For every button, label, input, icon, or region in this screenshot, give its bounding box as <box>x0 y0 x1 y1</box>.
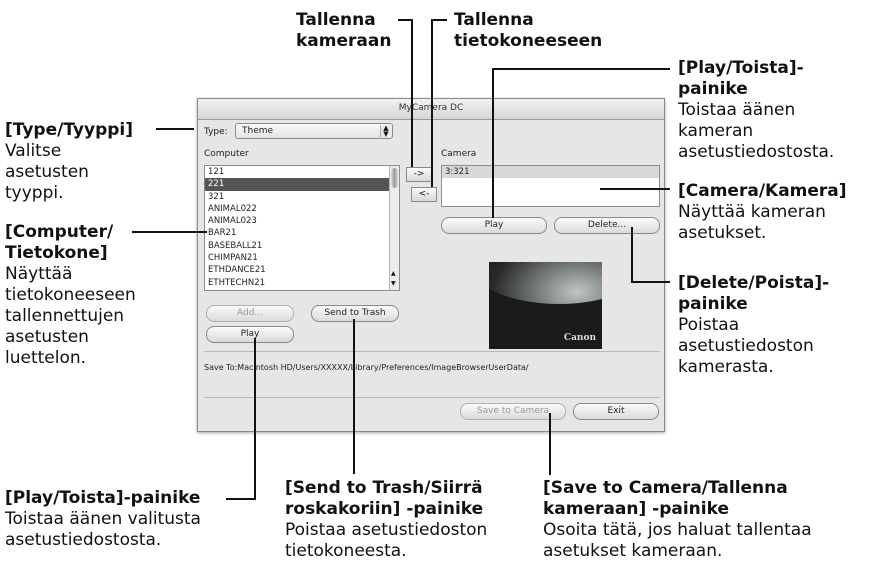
callout-desc: Poistaa asetustiedoston tietokoneesta. <box>285 520 488 561</box>
computer-list[interactable]: 121 221 321 ANIMAL022 ANIMAL023 BAR21 BASEBALL… <box>204 165 400 291</box>
computer-list-header: Computer <box>204 149 249 159</box>
type-select-value: Theme <box>242 126 274 136</box>
leader-line <box>492 68 494 218</box>
divider <box>204 351 660 352</box>
computer-list-item[interactable]: BASEBALL21 <box>205 240 399 252</box>
callout-computer: [Computer/ Tietokone] Näyttää tietokonee… <box>5 222 180 369</box>
save-path: Save To:Macintosh HD/Users/XXXXX/Library… <box>204 363 529 372</box>
callout-title: [Send to Trash/Siirrä roskakoriin] -pain… <box>285 478 484 519</box>
callout-send-to-trash: [Send to Trash/Siirrä roskakoriin] -pain… <box>285 478 515 562</box>
scroll-up-icon[interactable]: ▲ <box>391 270 396 277</box>
camera-delete-button[interactable]: Delete... <box>554 217 660 234</box>
canon-logo: Canon <box>563 333 596 343</box>
divider <box>204 397 660 398</box>
callout-save-to-camera-arrow: Tallenna kameraan <box>296 10 416 52</box>
copy-to-computer-button[interactable]: <- <box>411 187 437 202</box>
camera-list[interactable]: 3:321 <box>441 165 660 207</box>
callout-desc: Näyttää tietokoneeseen tallennettujen as… <box>5 264 136 368</box>
leader-line <box>431 19 447 21</box>
leader-line <box>132 231 207 233</box>
computer-list-item[interactable]: 321 <box>205 191 399 203</box>
camera-preview-image: Canon <box>489 262 602 349</box>
exit-button[interactable]: Exit <box>573 403 659 420</box>
computer-list-item[interactable]: BAR21 <box>205 227 399 239</box>
leader-line <box>431 19 433 187</box>
leader-line <box>631 281 670 283</box>
copy-to-camera-button[interactable]: -> <box>406 167 432 182</box>
computer-list-item[interactable]: CHIMPAN21 <box>205 252 399 264</box>
leader-line <box>492 68 670 70</box>
scroll-thumb[interactable] <box>391 168 398 188</box>
callout-camera-list: [Camera/Kamera] Näyttää kameran asetukse… <box>678 181 868 244</box>
callout-title: [Save to Camera/Tallenna kameraan] -pain… <box>543 478 788 519</box>
leader-line <box>254 338 256 500</box>
leader-line <box>398 19 412 21</box>
callout-desc: Toistaa äänen kameran asetustiedostosta. <box>678 100 835 162</box>
leader-line <box>549 413 551 475</box>
callout-title: [Play/Toista]- painike <box>678 58 804 99</box>
scroll-down-icon[interactable]: ▼ <box>391 280 396 287</box>
callout-save-to-computer-arrow: Tallenna tietokoneeseen <box>454 10 644 52</box>
callout-desc: Toistaa äänen valitusta asetustiedostost… <box>5 509 201 550</box>
callout-title: [Type/Tyyppi] <box>5 120 134 140</box>
camera-list-item[interactable]: 3:321 <box>442 166 659 179</box>
computer-list-item[interactable]: ANIMAL022 <box>205 203 399 215</box>
callout-desc: Valitse asetusten tyyppi. <box>5 141 89 203</box>
scrollbar[interactable]: ▲ ▼ <box>389 166 399 290</box>
computer-list-item[interactable]: 221 <box>205 178 399 191</box>
callout-type: [Type/Tyyppi] Valitse asetusten tyyppi. <box>5 120 165 204</box>
callout-title: [Computer/ Tietokone] <box>5 222 114 263</box>
computer-list-item[interactable]: 121 <box>205 166 399 178</box>
callout-desc: Osoita tätä, jos haluat tallentaa asetuk… <box>543 520 812 561</box>
chevron-updown-icon: ▲ ▼ <box>380 125 391 138</box>
callout-title: [Delete/Poista]- painike <box>678 273 830 314</box>
callout-delete: [Delete/Poista]- painike Poistaa asetust… <box>678 273 868 378</box>
leader-line <box>411 19 413 167</box>
computer-list-item[interactable]: ETHDANCE21 <box>205 264 399 276</box>
callout-title: [Play/Toista]-painike <box>5 488 201 508</box>
callout-camera-play: [Play/Toista]- painike Toistaa äänen kam… <box>678 58 868 163</box>
leader-line <box>600 188 670 190</box>
type-select[interactable]: Theme ▲ ▼ <box>235 123 393 139</box>
callout-save-to-camera: [Save to Camera/Tallenna kameraan] -pain… <box>543 478 868 562</box>
callout-desc: Näyttää kameran asetukset. <box>678 202 826 243</box>
computer-list-item[interactable]: ETHTECHN21 <box>205 277 399 289</box>
type-label: Type: <box>204 127 228 137</box>
callout-title: Tallenna kameraan <box>296 10 392 51</box>
send-to-trash-button[interactable]: Send to Trash <box>311 305 399 322</box>
leader-line <box>631 227 633 283</box>
camera-list-header: Camera <box>441 149 477 159</box>
callout-title: Tallenna tietokoneeseen <box>454 10 603 51</box>
computer-play-button[interactable]: Play <box>206 326 294 343</box>
callout-desc: Poistaa asetustiedoston kamerasta. <box>678 315 814 377</box>
callout-computer-play: [Play/Toista]-painike Toistaa äänen vali… <box>5 488 255 551</box>
leader-line <box>156 128 194 130</box>
leader-line <box>226 498 256 500</box>
computer-list-item[interactable]: ANIMAL023 <box>205 215 399 227</box>
camera-play-button[interactable]: Play <box>441 217 547 234</box>
callout-title: [Camera/Kamera] <box>678 181 847 201</box>
add-button[interactable]: Add... <box>206 305 294 322</box>
leader-line <box>353 319 355 474</box>
